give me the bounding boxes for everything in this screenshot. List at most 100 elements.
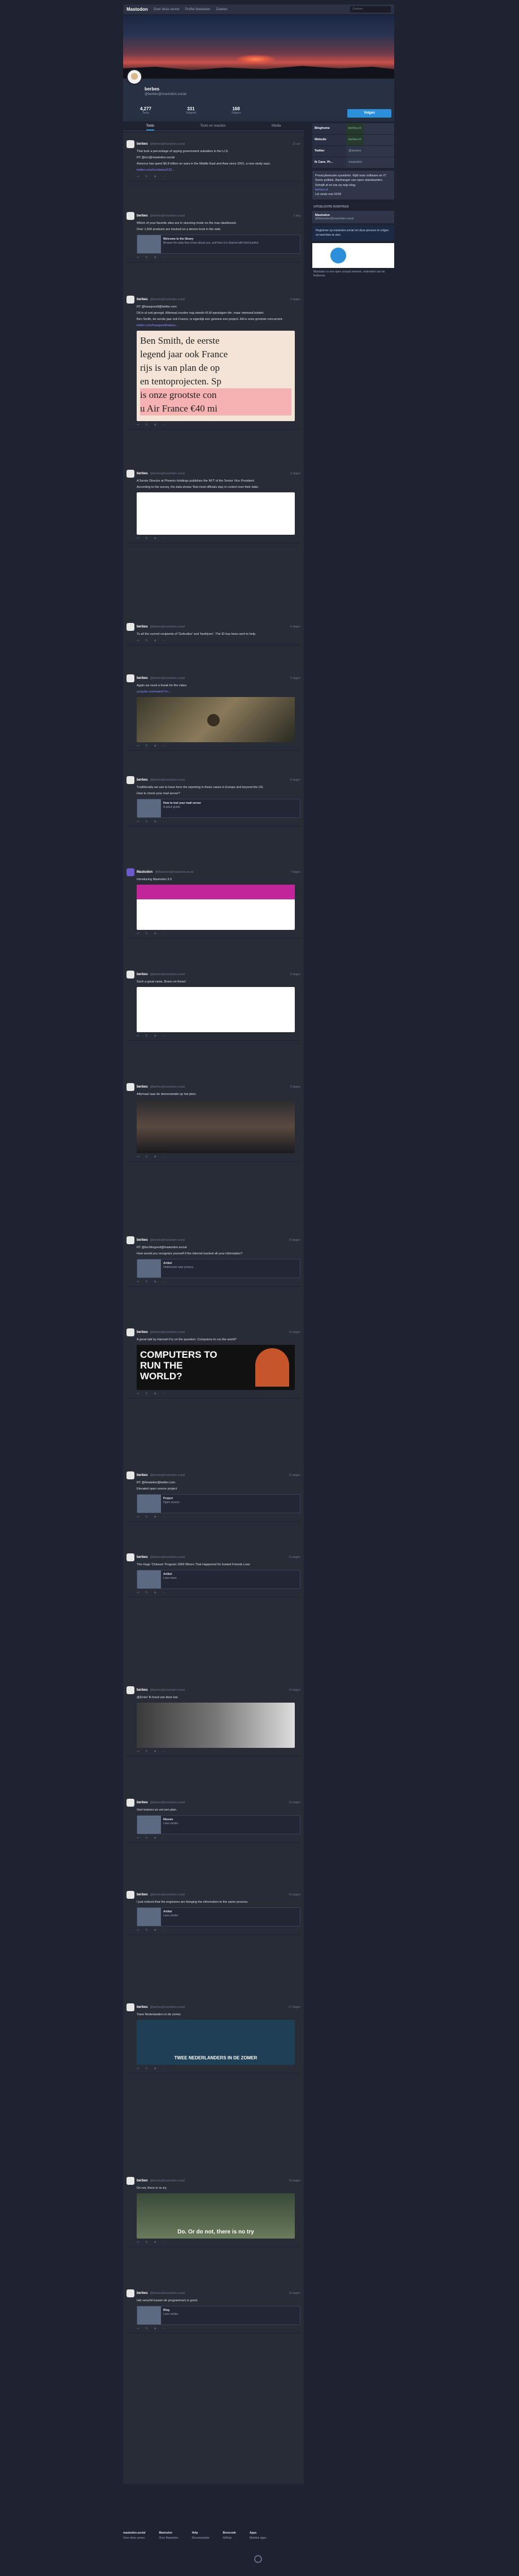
- toot-time[interactable]: 1 dag: [293, 214, 300, 218]
- reply-icon[interactable]: ↩: [137, 423, 139, 427]
- media-attachment[interactable]: [137, 1099, 295, 1153]
- reply-icon[interactable]: ↩: [137, 1591, 139, 1595]
- boost-icon[interactable]: ↻: [145, 1750, 148, 1754]
- tab-toots-replies[interactable]: Toots en reacties: [200, 124, 225, 131]
- more-icon[interactable]: …: [162, 2327, 165, 2331]
- stat-following[interactable]: 331 Volgend: [168, 106, 213, 119]
- profile-field-link[interactable]: berbes.nl: [346, 123, 364, 134]
- avatar[interactable]: [127, 776, 134, 784]
- reply-icon[interactable]: ↩: [137, 639, 139, 643]
- favourite-icon[interactable]: ★: [154, 256, 156, 259]
- reply-icon[interactable]: ↩: [137, 932, 139, 936]
- favourite-icon[interactable]: ★: [154, 536, 156, 540]
- footer-link[interactable]: Documentatie: [192, 2536, 210, 2540]
- toot-author[interactable]: berbes: [137, 142, 148, 146]
- toot[interactable]: berbes @berbes@mastodon.social 17 dagen Twe…: [127, 2003, 300, 2073]
- favourite-icon[interactable]: ★: [154, 1591, 156, 1595]
- follow-button[interactable]: Volgen: [347, 109, 391, 118]
- toot-time[interactable]: 15 dagen: [289, 1801, 300, 1804]
- avatar[interactable]: [127, 69, 142, 85]
- toot-author[interactable]: berbes: [137, 1556, 148, 1559]
- avatar[interactable]: [127, 1553, 134, 1561]
- toot-author[interactable]: berbes: [137, 2006, 148, 2009]
- avatar[interactable]: [127, 1328, 134, 1336]
- toot[interactable]: berbes @berbes@mastodon.social 2 dagen RT @…: [127, 296, 300, 430]
- avatar[interactable]: [127, 2003, 134, 2011]
- toot-author[interactable]: berbes: [137, 1689, 148, 1692]
- favourite-icon[interactable]: ★: [154, 1836, 156, 1840]
- toot-author[interactable]: berbes: [137, 778, 148, 782]
- toot-author[interactable]: berbes: [137, 1331, 148, 1334]
- media-attachment[interactable]: COMPUTERS TO RUN THE WORLD?: [137, 1344, 295, 1390]
- avatar[interactable]: [127, 623, 134, 631]
- media-attachment[interactable]: Do. Or do not, there is no try: [137, 2193, 295, 2239]
- toot-time[interactable]: 16 dagen: [289, 1893, 300, 1897]
- reply-icon[interactable]: ↩: [137, 2240, 139, 2244]
- toot-time[interactable]: 8 dagen: [290, 973, 300, 976]
- link-preview-card[interactable]: Welcome to the library Browse the data th…: [137, 234, 300, 254]
- boost-icon[interactable]: ↻: [145, 1280, 148, 1284]
- more-icon[interactable]: …: [162, 256, 165, 259]
- toot[interactable]: berbes @berbes@mastodon.social 15 dagen Vee…: [127, 1799, 300, 1843]
- toot[interactable]: berbes @berbes@mastodon.social 12 uur That …: [127, 140, 300, 181]
- stat-toots[interactable]: 4,277 Toots: [123, 106, 168, 119]
- reply-icon[interactable]: ↩: [137, 175, 139, 179]
- link-preview-card[interactable]: Artikel Lees verder.: [137, 1907, 300, 1926]
- toot[interactable]: berbes @berbes@mastodon.social 13 dagen The…: [127, 1553, 300, 1597]
- toot[interactable]: berbes @berbes@mastodon.social 5 dagen Agai…: [127, 674, 300, 751]
- nav-search[interactable]: Zoeken: [216, 8, 228, 11]
- boost-icon[interactable]: ↻: [145, 1928, 148, 1932]
- toot-time[interactable]: 4 dagen: [290, 625, 300, 629]
- toot-author[interactable]: berbes: [137, 2179, 148, 2183]
- avatar[interactable]: [127, 971, 134, 979]
- toot-author[interactable]: berbes: [137, 214, 148, 218]
- boost-icon[interactable]: ↻: [145, 1515, 148, 1519]
- favourite-icon[interactable]: ★: [154, 2067, 156, 2071]
- stat-followers[interactable]: 168 Volgers: [213, 106, 259, 119]
- favourite-icon[interactable]: ★: [154, 1392, 156, 1396]
- more-icon[interactable]: …: [162, 639, 165, 643]
- media-attachment[interactable]: [137, 492, 295, 535]
- boost-icon[interactable]: ↻: [145, 1591, 148, 1595]
- more-icon[interactable]: …: [162, 932, 165, 936]
- link-preview-card[interactable]: Blog Lees verder.: [137, 2305, 300, 2325]
- avatar[interactable]: [127, 140, 134, 148]
- toot-time[interactable]: 14 dagen: [289, 1689, 300, 1692]
- toot-time[interactable]: 7 dagen: [290, 871, 300, 874]
- toot-time[interactable]: 17 dagen: [289, 2006, 300, 2009]
- toot-time[interactable]: 12 dagen: [289, 1474, 300, 1477]
- toot-time[interactable]: 13 dagen: [289, 1556, 300, 1559]
- reply-icon[interactable]: ↩: [137, 1034, 139, 1038]
- reply-icon[interactable]: ↩: [137, 820, 139, 824]
- toot-author[interactable]: berbes: [137, 677, 148, 680]
- favourite-icon[interactable]: ★: [154, 423, 156, 427]
- favourite-icon[interactable]: ★: [154, 639, 156, 643]
- toot[interactable]: berbes @berbes@mastodon.social 1 dag Which …: [127, 212, 300, 262]
- more-icon[interactable]: …: [162, 1515, 165, 1519]
- media-attachment[interactable]: [137, 696, 295, 742]
- boost-icon[interactable]: ↻: [145, 2327, 148, 2331]
- more-icon[interactable]: …: [162, 1034, 165, 1038]
- footer-link[interactable]: GitHub: [223, 2536, 232, 2540]
- profile-field-link[interactable]: mastodon: [346, 157, 364, 168]
- reply-icon[interactable]: ↩: [137, 1928, 139, 1932]
- avatar[interactable]: [127, 1471, 134, 1479]
- boost-icon[interactable]: ↻: [145, 1836, 148, 1840]
- favourite-icon[interactable]: ★: [154, 2240, 156, 2244]
- boost-icon[interactable]: ↻: [145, 639, 148, 643]
- avatar[interactable]: [127, 470, 134, 478]
- more-icon[interactable]: …: [162, 175, 165, 179]
- avatar[interactable]: [127, 1083, 134, 1091]
- favourite-icon[interactable]: ★: [154, 175, 156, 179]
- featured-account[interactable]: Mastodon @Mastodon@mastodon.social: [312, 211, 394, 224]
- media-attachment[interactable]: [137, 986, 295, 1032]
- avatar[interactable]: [127, 296, 134, 304]
- more-icon[interactable]: …: [162, 1280, 165, 1284]
- favourite-icon[interactable]: ★: [154, 744, 156, 748]
- more-icon[interactable]: …: [162, 1591, 165, 1595]
- favourite-icon[interactable]: ★: [154, 1750, 156, 1754]
- more-icon[interactable]: …: [162, 1750, 165, 1754]
- toot-time[interactable]: 19 dagen: [289, 2292, 300, 2295]
- toot[interactable]: berbes @berbes@mastodon.social 6 dagen Trad…: [127, 776, 300, 826]
- boost-icon[interactable]: ↻: [145, 175, 148, 179]
